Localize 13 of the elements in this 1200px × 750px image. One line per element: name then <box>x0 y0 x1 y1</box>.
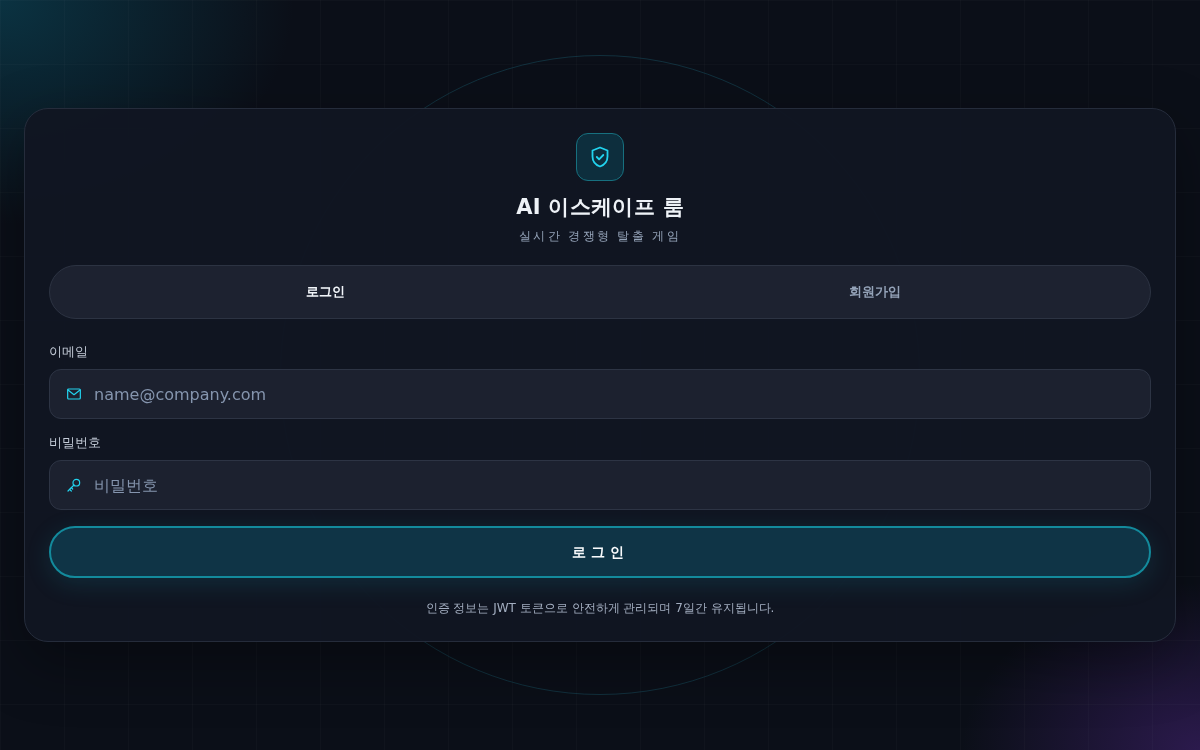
password-label: 비밀번호 <box>49 434 101 452</box>
tab[interactable]: 회원가입 <box>600 266 1150 318</box>
email-label: 이메일 <box>49 343 88 361</box>
shield-icon <box>576 133 624 181</box>
app-subtitle: 실시간 경쟁형 탈출 게임 <box>518 228 682 245</box>
mail-icon <box>66 386 82 402</box>
tab[interactable]: 로그인 <box>50 266 600 318</box>
login-button[interactable]: 로그인 <box>49 526 1151 578</box>
security-note: 인증 정보는 JWT 토큰으로 안전하게 관리되며 7일간 유지됩니다. <box>424 600 776 617</box>
app-title: AI 이스케이프 룸 <box>516 194 684 221</box>
key-icon <box>66 477 82 493</box>
email-field[interactable]: name@company.com <box>49 369 1151 419</box>
password-field[interactable]: 비밀번호 <box>49 460 1151 510</box>
